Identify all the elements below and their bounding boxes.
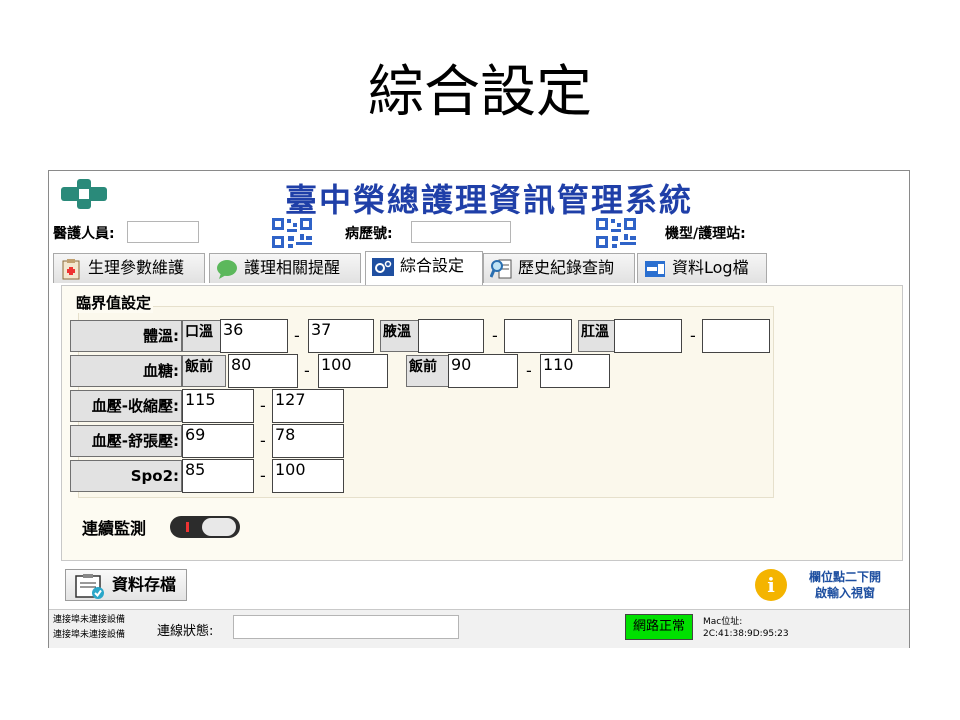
diastolic-min-input[interactable]: 69 bbox=[182, 424, 254, 458]
sugar-max-input[interactable]: 100 bbox=[318, 354, 388, 388]
tab-history-query[interactable]: 歷史紀錄查詢 bbox=[483, 253, 635, 283]
range-dash: - bbox=[526, 361, 532, 380]
axillary-temp-min-input[interactable] bbox=[418, 319, 484, 353]
save-data-button[interactable]: 資料存檔 bbox=[65, 569, 187, 601]
range-dash: - bbox=[260, 466, 266, 485]
pre-meal-label: 飯前 bbox=[182, 355, 226, 387]
network-status-badge: 網路正常 bbox=[625, 614, 693, 640]
pre-meal-label: 飯前 bbox=[406, 355, 450, 387]
oral-temp-label: 口溫 bbox=[182, 320, 222, 352]
oral-temp-min-input[interactable]: 36 bbox=[220, 319, 288, 353]
range-dash: - bbox=[690, 326, 696, 345]
hint-line-2: 啟輸入視窗 bbox=[814, 586, 875, 600]
range-dash: - bbox=[492, 326, 498, 345]
hint-line-1: 欄位點二下開 bbox=[808, 570, 881, 584]
mac-label: Mac位址: bbox=[703, 617, 743, 627]
connection-status-label: 連線狀態: bbox=[157, 624, 214, 639]
qr-code-icon[interactable] bbox=[271, 217, 313, 249]
record-label: 病歷號: bbox=[345, 226, 393, 242]
tab-label: 綜合設定 bbox=[400, 256, 465, 275]
oral-temp-max-input[interactable]: 37 bbox=[308, 319, 374, 353]
record-input[interactable] bbox=[411, 221, 511, 243]
device-status-2: 連接埠未連接設備 bbox=[53, 630, 126, 640]
connection-status-field bbox=[233, 615, 459, 639]
continuous-monitor-toggle[interactable] bbox=[170, 516, 240, 538]
spo2-label: Spo2: bbox=[70, 460, 182, 492]
rectal-temp-min-input[interactable] bbox=[614, 319, 682, 353]
app-title: 臺中榮總護理資訊管理系統 bbox=[284, 181, 693, 219]
clipboard-save-icon bbox=[75, 574, 104, 599]
qr-code-icon[interactable] bbox=[595, 217, 637, 249]
range-dash: - bbox=[304, 361, 310, 380]
save-button-label: 資料存檔 bbox=[112, 575, 177, 594]
systolic-max-input[interactable]: 127 bbox=[272, 389, 344, 423]
status-bar: 連接埠未連接設備 連接埠未連接設備 連線狀態: 網路正常 Mac位址: 2C:4… bbox=[49, 609, 909, 648]
rectal-temp-max-input[interactable] bbox=[702, 319, 770, 353]
hospital-logo-icon bbox=[61, 179, 107, 209]
tab-general-settings[interactable]: 綜合設定 bbox=[365, 251, 483, 285]
range-dash: - bbox=[260, 396, 266, 415]
systolic-min-input[interactable]: 115 bbox=[182, 389, 254, 423]
slide-title: 綜合設定 bbox=[368, 60, 592, 125]
diastolic-label: 血壓-舒張壓: bbox=[70, 425, 182, 457]
temp-label: 體溫: bbox=[70, 320, 182, 352]
spo2-min-input[interactable]: 85 bbox=[182, 459, 254, 493]
tab-label: 生理參數維護 bbox=[88, 258, 185, 277]
range-dash: - bbox=[260, 431, 266, 450]
tab-label: 歷史紀錄查詢 bbox=[518, 258, 615, 277]
info-icon: i bbox=[755, 569, 787, 601]
toggle-off-mark bbox=[186, 522, 189, 532]
tab-label: 資料Log檔 bbox=[672, 258, 749, 277]
sugar-label: 血糖: bbox=[70, 355, 182, 387]
diastolic-max-input[interactable]: 78 bbox=[272, 424, 344, 458]
axillary-temp-label: 腋溫 bbox=[380, 320, 420, 352]
continuous-monitor-label: 連續監測 bbox=[82, 519, 147, 538]
sugar-min-input[interactable]: 90 bbox=[448, 354, 518, 388]
clipboard-icon bbox=[62, 259, 80, 280]
spo2-max-input[interactable]: 100 bbox=[272, 459, 344, 493]
log-icon bbox=[645, 261, 665, 277]
mac-value: 2C:41:38:9D:95:23 bbox=[703, 629, 789, 639]
settings-panel: 臨界值設定 體溫: 口溫 36 - 37 腋溫 - 肛溫 - 血糖: 飯前 80… bbox=[61, 285, 903, 561]
systolic-label: 血壓-收縮壓: bbox=[70, 390, 182, 422]
gears-icon bbox=[372, 258, 394, 276]
toggle-knob bbox=[202, 518, 236, 536]
tab-nursing-reminders[interactable]: 護理相關提醒 bbox=[209, 253, 361, 283]
hint-text: 欄位點二下開 啟輸入視窗 bbox=[795, 569, 895, 601]
range-dash: - bbox=[294, 326, 300, 345]
tab-vital-params[interactable]: 生理參數維護 bbox=[53, 253, 205, 283]
mac-address: Mac位址: 2C:41:38:9D:95:23 bbox=[703, 616, 789, 640]
station-label: 機型/護理站: bbox=[665, 226, 746, 242]
rectal-temp-label: 肛溫 bbox=[578, 320, 618, 352]
axillary-temp-max-input[interactable] bbox=[504, 319, 572, 353]
chat-bubble-icon bbox=[217, 260, 237, 279]
sugar-min-input[interactable]: 80 bbox=[228, 354, 298, 388]
device-status-1: 連接埠未連接設備 bbox=[53, 615, 126, 625]
threshold-group-title: 臨界值設定 bbox=[74, 292, 154, 313]
magnifier-document-icon bbox=[490, 259, 512, 279]
staff-input[interactable] bbox=[127, 221, 199, 243]
staff-label: 醫護人員: bbox=[53, 226, 115, 242]
tab-label: 護理相關提醒 bbox=[244, 258, 341, 277]
sugar-max-input[interactable]: 110 bbox=[540, 354, 610, 388]
tab-data-log[interactable]: 資料Log檔 bbox=[637, 253, 767, 283]
app-window: 臺中榮總護理資訊管理系統 醫護人員: 病歷號: 機型/護理站: 生理參數維護 護… bbox=[48, 170, 910, 648]
